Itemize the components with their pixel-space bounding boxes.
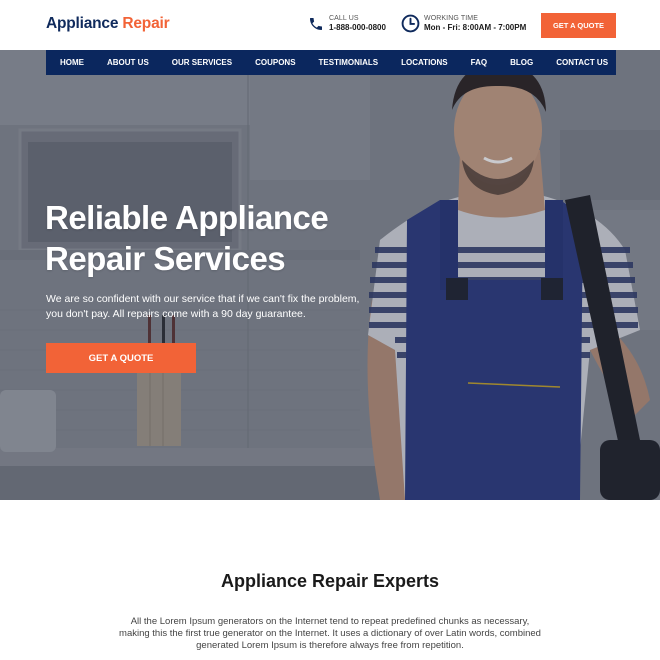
nav-item-about-us[interactable]: ABOUT US — [107, 58, 149, 67]
experts-text-line-3: generated Lorem Ipsum is therefore alway… — [196, 640, 464, 651]
nav-item-our-services[interactable]: OUR SERVICES — [172, 58, 232, 67]
hero-subtitle: We are so confident with our service tha… — [46, 292, 366, 322]
experts-text-line-1: All the Lorem Ipsum generators on the In… — [130, 616, 530, 627]
experts-text-line-2: making this the first true generator on … — [119, 628, 541, 639]
call-us-label: CALL US — [329, 15, 359, 22]
working-time-block: WORKING TIME Mon - Fri: 8:00AM - 7:00PM — [401, 14, 526, 33]
phone-number[interactable]: 1-888-000-0800 — [329, 23, 386, 33]
nav-item-home[interactable]: HOME — [60, 58, 84, 67]
hero-subtitle-line-1: We are so confident with our service tha… — [46, 293, 360, 305]
logo-text-primary: Appliance — [46, 15, 119, 32]
hero-title-line-2: Repair Services — [45, 240, 286, 277]
working-time-label: WORKING TIME — [424, 15, 478, 22]
hero-title-line-1: Reliable Appliance — [45, 199, 329, 236]
working-time-value: Mon - Fri: 8:00AM - 7:00PM — [424, 23, 527, 32]
site-header: Appliance Repair CALL US 1-888-000-0800 … — [0, 0, 660, 50]
experts-section-text: All the Lorem Ipsum generators on the In… — [110, 616, 550, 652]
header-get-quote-button[interactable]: GET A QUOTE — [541, 13, 616, 38]
logo[interactable]: Appliance Repair — [46, 15, 170, 33]
hero-subtitle-line-2: you don't pay. All repairs come with a 9… — [46, 308, 306, 320]
nav-item-coupons[interactable]: COUPONS — [255, 58, 295, 67]
nav-item-locations[interactable]: LOCATIONS — [401, 58, 448, 67]
nav-item-faq[interactable]: FAQ — [471, 58, 487, 67]
nav-item-blog[interactable]: BLOG — [510, 58, 533, 67]
nav-item-contact-us[interactable]: CONTACT US — [556, 58, 608, 67]
call-us-block[interactable]: CALL US 1-888-000-0800 — [308, 14, 386, 33]
nav-item-testimonials[interactable]: TESTIMONIALS — [319, 58, 379, 67]
phone-icon — [310, 17, 322, 30]
hero-title: Reliable Appliance Repair Services — [45, 197, 329, 279]
experts-section-title: Appliance Repair Experts — [220, 571, 440, 591]
logo-text-accent: Repair — [122, 15, 170, 32]
hero-get-quote-button[interactable]: GET A QUOTE — [46, 343, 196, 373]
main-nav: HOME ABOUT US OUR SERVICES COUPONS TESTI… — [46, 50, 616, 75]
clock-icon — [401, 14, 420, 33]
